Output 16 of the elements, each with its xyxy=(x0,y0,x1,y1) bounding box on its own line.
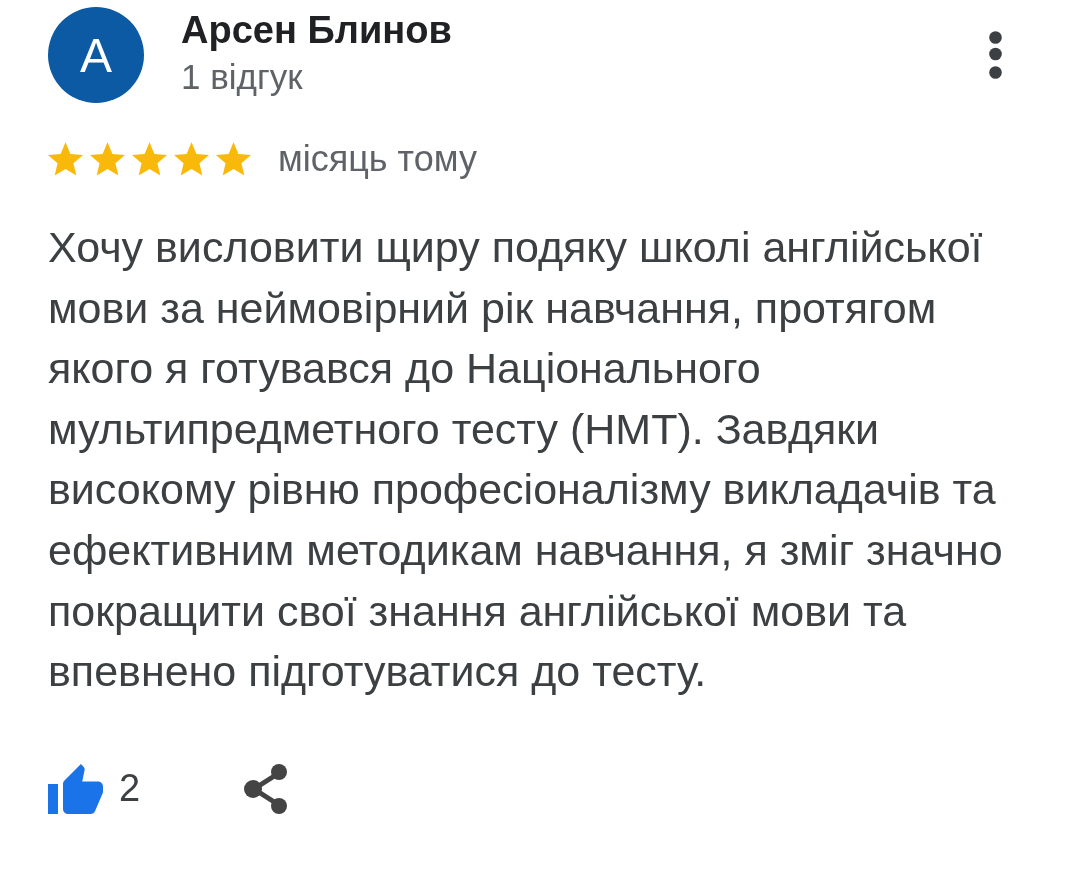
review-text: Хочу висловити щиру подяку школі англійської мови за неймовірний рік навчання, протягом якого я готувався до Національного мультипредметного тесту (НМТ). Завдяки високому рівню професіоналізму викладачів та ефективним методикам навчання, я зміг значно покращити свої знання англійської мови та впевнено підготуватися до тесту. xyxy=(48,222,1004,698)
star-icon xyxy=(90,142,125,176)
share-button[interactable] xyxy=(244,763,289,814)
reviewer-name: Арсен Блинов xyxy=(181,8,452,53)
star-icon xyxy=(132,142,167,176)
like-count: 2 xyxy=(119,767,141,811)
star-icon xyxy=(174,142,209,176)
share-icon xyxy=(244,763,289,814)
more-options-button[interactable] xyxy=(989,31,1002,79)
more-vertical-icon xyxy=(989,31,1002,79)
review-date: місяць тому xyxy=(278,139,477,179)
star-icon xyxy=(216,142,251,176)
avatar: А xyxy=(48,7,144,103)
star-icon xyxy=(48,142,83,176)
review-count: 1 відгук xyxy=(181,57,303,97)
like-button[interactable]: 2 xyxy=(48,763,141,814)
